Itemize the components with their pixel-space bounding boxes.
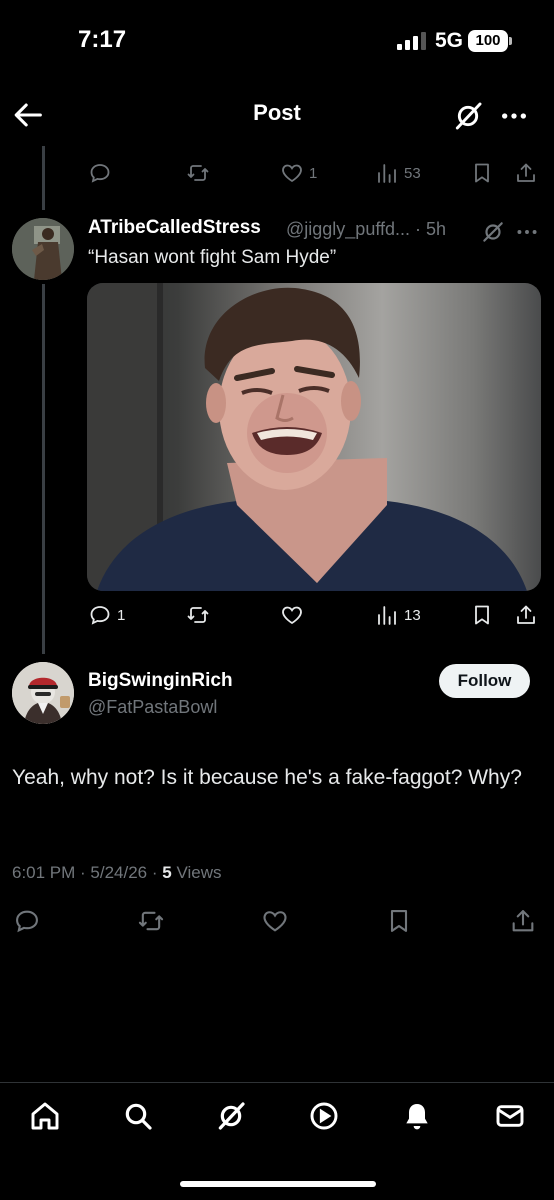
avatar-image [12, 218, 74, 280]
search-icon[interactable] [122, 1100, 154, 1132]
video-icon[interactable] [308, 1100, 340, 1132]
repost-icon [138, 911, 164, 931]
heart-icon [282, 164, 302, 183]
share-button[interactable] [514, 156, 538, 190]
reply-action-bar: 1 13 [0, 598, 554, 632]
status-bar: 7:17 5G 100 [0, 0, 554, 80]
bookmark-icon [390, 910, 408, 932]
share-button[interactable] [514, 598, 538, 632]
bell-icon[interactable] [401, 1100, 433, 1132]
post-image[interactable] [87, 283, 541, 591]
author-handle: @FatPastaBowl [88, 697, 218, 717]
reply-icon [90, 606, 110, 625]
bookmark-button[interactable] [385, 904, 413, 938]
post-timestamp: 6:01 PM · 5/24/26 · [12, 863, 163, 882]
views-count: 53 [404, 164, 421, 182]
views-count: 13 [404, 606, 421, 624]
top-header: Post [0, 86, 554, 142]
share-icon [512, 910, 534, 932]
network-type: 5G [435, 29, 464, 52]
status-time: 7:17 [78, 26, 127, 53]
views-label: Views [171, 863, 222, 882]
repost-icon [187, 165, 209, 181]
repost-button[interactable] [186, 156, 210, 190]
mail-icon[interactable] [494, 1100, 526, 1132]
views-button[interactable]: 13 [375, 598, 421, 632]
share-icon [517, 605, 535, 624]
repost-button[interactable] [137, 904, 165, 938]
parent-action-bar: 1 53 [0, 156, 554, 190]
heart-icon [282, 606, 302, 625]
share-button[interactable] [509, 904, 537, 938]
like-button[interactable]: 1 [280, 156, 317, 190]
repost-button[interactable] [186, 598, 210, 632]
author-name[interactable]: ATribeCalledStress [88, 217, 261, 239]
home-indicator[interactable] [180, 1181, 376, 1187]
reply-button[interactable] [13, 904, 41, 938]
more-icon[interactable] [498, 100, 530, 132]
avatar[interactable] [12, 218, 74, 280]
follow-button[interactable]: Follow [439, 664, 530, 698]
views-button[interactable]: 53 [375, 156, 421, 190]
avatar[interactable] [12, 662, 74, 724]
avatar-image [12, 662, 74, 724]
bookmark-icon [475, 163, 489, 183]
home-icon[interactable] [29, 1100, 61, 1132]
bookmark-button[interactable] [470, 598, 494, 632]
views-count: 5 [162, 863, 172, 882]
share-icon [517, 163, 535, 182]
grok-icon[interactable] [215, 1100, 247, 1132]
reply-button[interactable] [88, 156, 112, 190]
views-icon [378, 606, 396, 625]
heart-icon [263, 911, 287, 932]
grok-icon[interactable] [480, 219, 506, 245]
more-icon[interactable] [514, 219, 540, 245]
like-button[interactable] [280, 598, 304, 632]
repost-icon [187, 607, 209, 623]
reply-button[interactable]: 1 [88, 598, 125, 632]
reply-count: 1 [117, 606, 126, 624]
grok-icon[interactable] [452, 100, 484, 132]
post-text: “Hasan wont fight Sam Hyde” [88, 247, 337, 268]
main-action-bar [0, 904, 554, 938]
battery-icon: 100 [468, 30, 512, 52]
grimacing-man-photo [87, 283, 527, 591]
like-count: 1 [309, 164, 318, 182]
author-name[interactable]: BigSwinginRich [88, 670, 233, 692]
bookmark-button[interactable] [470, 156, 494, 190]
reply-icon [90, 164, 110, 183]
signal-icon [397, 32, 426, 50]
post-meta: 6:01 PM · 5/24/26 · 5 Views [12, 863, 221, 883]
bookmark-icon [475, 605, 489, 625]
author-handle: @jiggly_puffd... · 5h [286, 219, 447, 239]
like-button[interactable] [261, 904, 289, 938]
post-text: Yeah, why not? Is it because he's a fake… [12, 766, 522, 789]
views-icon [378, 164, 396, 183]
reply-icon [16, 910, 38, 933]
